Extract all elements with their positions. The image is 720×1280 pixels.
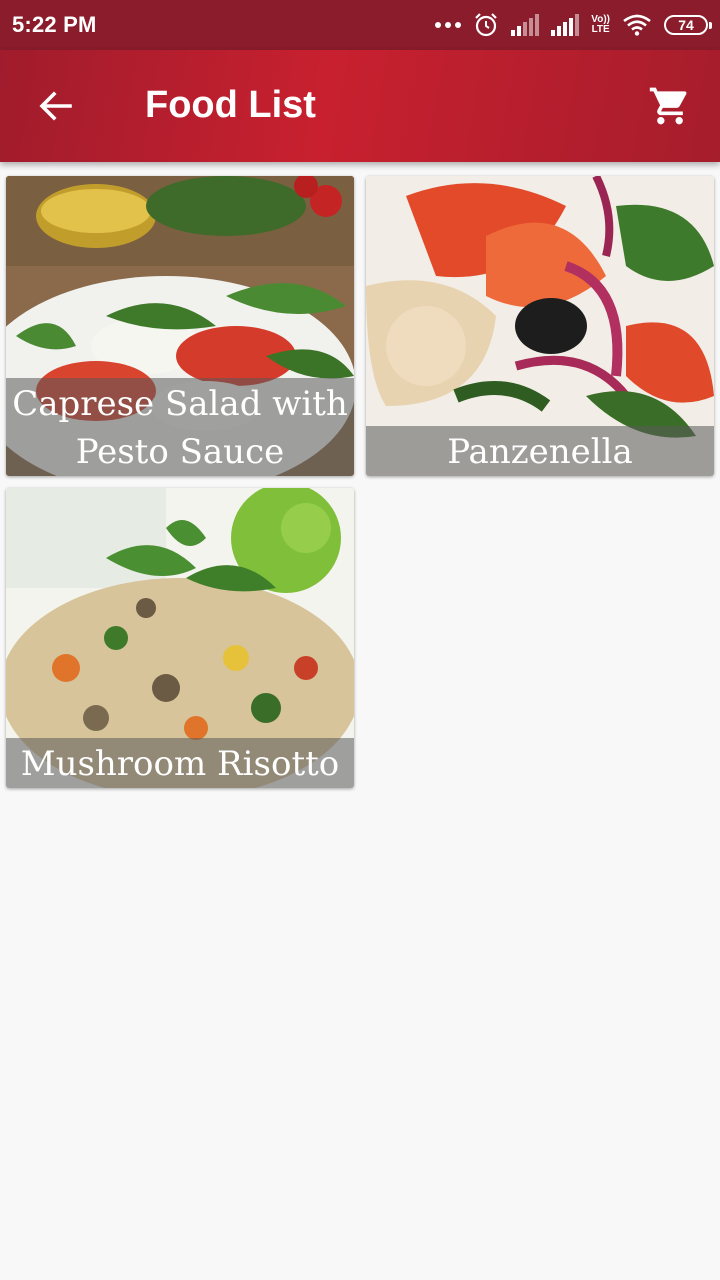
arrow-back-icon <box>39 91 72 121</box>
food-card-caption: Mushroom Risotto <box>6 738 354 788</box>
volte-icon: Vo)) LTE <box>591 15 610 35</box>
wifi-icon <box>623 14 651 36</box>
alarm-icon <box>475 13 498 37</box>
app-toolbar: Food List <box>0 50 720 162</box>
signal-icon <box>511 14 540 36</box>
food-card-mushroom-risotto[interactable]: Mushroom Risotto <box>6 488 354 788</box>
volte-bottom-label: LTE <box>591 24 610 35</box>
signal-icon <box>551 14 580 36</box>
food-name: Panzenella <box>447 432 633 472</box>
food-name-line-2: Pesto Sauce <box>75 432 285 472</box>
shopping-cart-icon <box>649 87 687 125</box>
food-card-caprese[interactable]: Caprese Salad with Pesto Sauce <box>6 176 354 476</box>
food-card-caption: Panzenella <box>366 426 714 476</box>
page-title: Food List <box>145 84 316 126</box>
food-name-line-1: Caprese Salad with <box>12 384 348 424</box>
cart-button[interactable] <box>644 80 696 132</box>
food-name: Mushroom Risotto <box>20 744 340 784</box>
battery-level: 74 <box>678 17 694 33</box>
status-bar: 5:22 PM Vo)) LTE 74 <box>0 0 720 50</box>
back-button[interactable] <box>30 80 82 132</box>
status-icons: Vo)) LTE 74 <box>435 12 712 38</box>
status-time: 5:22 PM <box>12 12 97 37</box>
more-dots-icon <box>435 22 462 28</box>
food-card-caption: Caprese Salad with Pesto Sauce <box>6 378 354 476</box>
food-card-panzenella[interactable]: Panzenella <box>366 176 714 476</box>
battery-icon: 74 <box>664 15 712 35</box>
